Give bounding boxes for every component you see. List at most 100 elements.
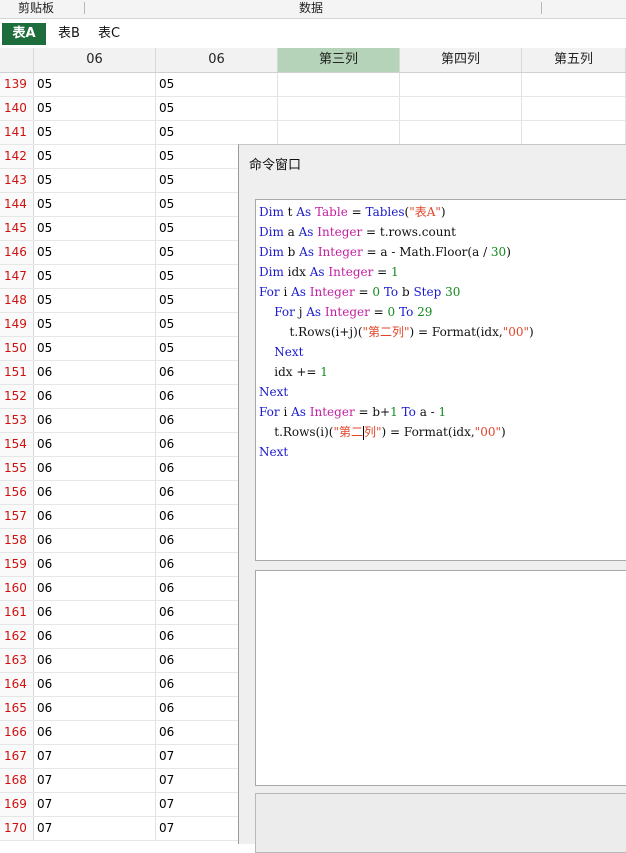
table-row[interactable]: 139 05 05 xyxy=(0,73,626,97)
table-cell[interactable]: 06 xyxy=(34,433,156,456)
table-cell[interactable]: 05 xyxy=(156,73,278,96)
row-number[interactable]: 169 xyxy=(0,793,34,816)
table-cell[interactable]: 06 xyxy=(34,649,156,672)
row-number[interactable]: 159 xyxy=(0,553,34,576)
row-number[interactable]: 152 xyxy=(0,385,34,408)
column-header[interactable]: 第四列 xyxy=(400,48,522,72)
table-cell[interactable]: 06 xyxy=(34,481,156,504)
table-cell[interactable]: 06 xyxy=(34,697,156,720)
table-cell[interactable] xyxy=(522,121,626,144)
row-number[interactable]: 168 xyxy=(0,769,34,792)
row-number[interactable]: 170 xyxy=(0,817,34,840)
table-cell[interactable]: 06 xyxy=(34,361,156,384)
table-cell[interactable]: 05 xyxy=(34,169,156,192)
table-cell[interactable]: 05 xyxy=(34,241,156,264)
row-number[interactable]: 165 xyxy=(0,697,34,720)
row-number[interactable]: 149 xyxy=(0,313,34,336)
output-pane[interactable] xyxy=(255,570,626,786)
table-cell[interactable]: 05 xyxy=(34,145,156,168)
table-cell[interactable]: 05 xyxy=(34,265,156,288)
table-cell[interactable]: 06 xyxy=(34,673,156,696)
table-cell[interactable]: 06 xyxy=(34,457,156,480)
table-cell[interactable] xyxy=(522,97,626,120)
table-cell[interactable]: 06 xyxy=(34,505,156,528)
code-token: 1 xyxy=(438,405,447,419)
column-header[interactable]: 第五列 xyxy=(522,48,626,72)
row-number[interactable]: 150 xyxy=(0,337,34,360)
row-number[interactable]: 156 xyxy=(0,481,34,504)
table-cell[interactable]: 05 xyxy=(34,121,156,144)
row-number-header xyxy=(0,48,34,72)
row-number[interactable]: 154 xyxy=(0,433,34,456)
code-token: "第二 xyxy=(333,425,363,439)
table-cell[interactable]: 05 xyxy=(34,337,156,360)
row-number[interactable]: 141 xyxy=(0,121,34,144)
code-line: t.Rows(i)("第二列") = Format(idx,"00") xyxy=(259,422,506,442)
row-number[interactable]: 157 xyxy=(0,505,34,528)
table-cell[interactable] xyxy=(400,73,522,96)
table-cell[interactable]: 06 xyxy=(34,385,156,408)
table-cell[interactable]: 07 xyxy=(34,817,156,840)
tab-table-a[interactable]: 表A xyxy=(2,23,46,45)
code-token: Integer xyxy=(317,225,363,239)
table-cell[interactable]: 06 xyxy=(34,529,156,552)
table-cell[interactable]: 05 xyxy=(156,97,278,120)
row-number[interactable]: 161 xyxy=(0,601,34,624)
tab-table-b[interactable]: 表B xyxy=(50,23,88,45)
code-token: 30 xyxy=(445,285,461,299)
command-window: 命令窗口 Dim t As Table = Tables("表A") Dim a … xyxy=(238,144,626,853)
table-row[interactable]: 140 05 05 xyxy=(0,97,626,121)
row-number[interactable]: 143 xyxy=(0,169,34,192)
table-cell[interactable]: 06 xyxy=(34,409,156,432)
code-editor[interactable]: Dim t As Table = Tables("表A") Dim a As In… xyxy=(255,199,626,561)
row-number[interactable]: 158 xyxy=(0,529,34,552)
row-number[interactable]: 151 xyxy=(0,361,34,384)
table-cell[interactable]: 06 xyxy=(34,577,156,600)
table-cell[interactable]: 05 xyxy=(34,97,156,120)
row-number[interactable]: 160 xyxy=(0,577,34,600)
table-cell[interactable] xyxy=(278,73,400,96)
row-number[interactable]: 166 xyxy=(0,721,34,744)
table-cell[interactable]: 05 xyxy=(34,313,156,336)
row-number[interactable]: 153 xyxy=(0,409,34,432)
code-token: 1 xyxy=(391,265,399,279)
row-number[interactable]: 167 xyxy=(0,745,34,768)
column-header[interactable]: 06 xyxy=(156,48,278,72)
row-number[interactable]: 155 xyxy=(0,457,34,480)
table-cell[interactable] xyxy=(522,73,626,96)
column-header-selected[interactable]: 第三列 xyxy=(278,48,400,72)
table-cell[interactable]: 06 xyxy=(34,553,156,576)
table-cell[interactable]: 07 xyxy=(34,793,156,816)
table-cell[interactable] xyxy=(400,97,522,120)
row-number[interactable]: 140 xyxy=(0,97,34,120)
code-token: = xyxy=(354,285,373,299)
table-row[interactable]: 141 05 05 xyxy=(0,121,626,145)
row-number[interactable]: 144 xyxy=(0,193,34,216)
row-number[interactable]: 148 xyxy=(0,289,34,312)
column-header[interactable]: 06 xyxy=(34,48,156,72)
row-number[interactable]: 147 xyxy=(0,265,34,288)
table-cell[interactable]: 07 xyxy=(34,745,156,768)
row-number[interactable]: 162 xyxy=(0,625,34,648)
row-number[interactable]: 139 xyxy=(0,73,34,96)
code-token: Dim xyxy=(259,245,284,259)
table-cell[interactable] xyxy=(278,97,400,120)
table-cell[interactable]: 05 xyxy=(156,121,278,144)
table-cell[interactable]: 06 xyxy=(34,601,156,624)
table-cell[interactable]: 05 xyxy=(34,289,156,312)
row-number[interactable]: 142 xyxy=(0,145,34,168)
table-cell[interactable] xyxy=(400,121,522,144)
table-cell[interactable]: 05 xyxy=(34,217,156,240)
table-cell[interactable]: 06 xyxy=(34,721,156,744)
table-cell[interactable]: 05 xyxy=(34,193,156,216)
tab-table-c[interactable]: 表C xyxy=(90,23,128,45)
table-cell[interactable] xyxy=(278,121,400,144)
row-number[interactable]: 163 xyxy=(0,649,34,672)
row-number[interactable]: 164 xyxy=(0,673,34,696)
row-number[interactable]: 146 xyxy=(0,241,34,264)
row-number[interactable]: 145 xyxy=(0,217,34,240)
table-cell[interactable]: 07 xyxy=(34,769,156,792)
table-cell[interactable]: 06 xyxy=(34,625,156,648)
code-token: = a - Math.Floor(a / xyxy=(362,245,491,259)
table-cell[interactable]: 05 xyxy=(34,73,156,96)
